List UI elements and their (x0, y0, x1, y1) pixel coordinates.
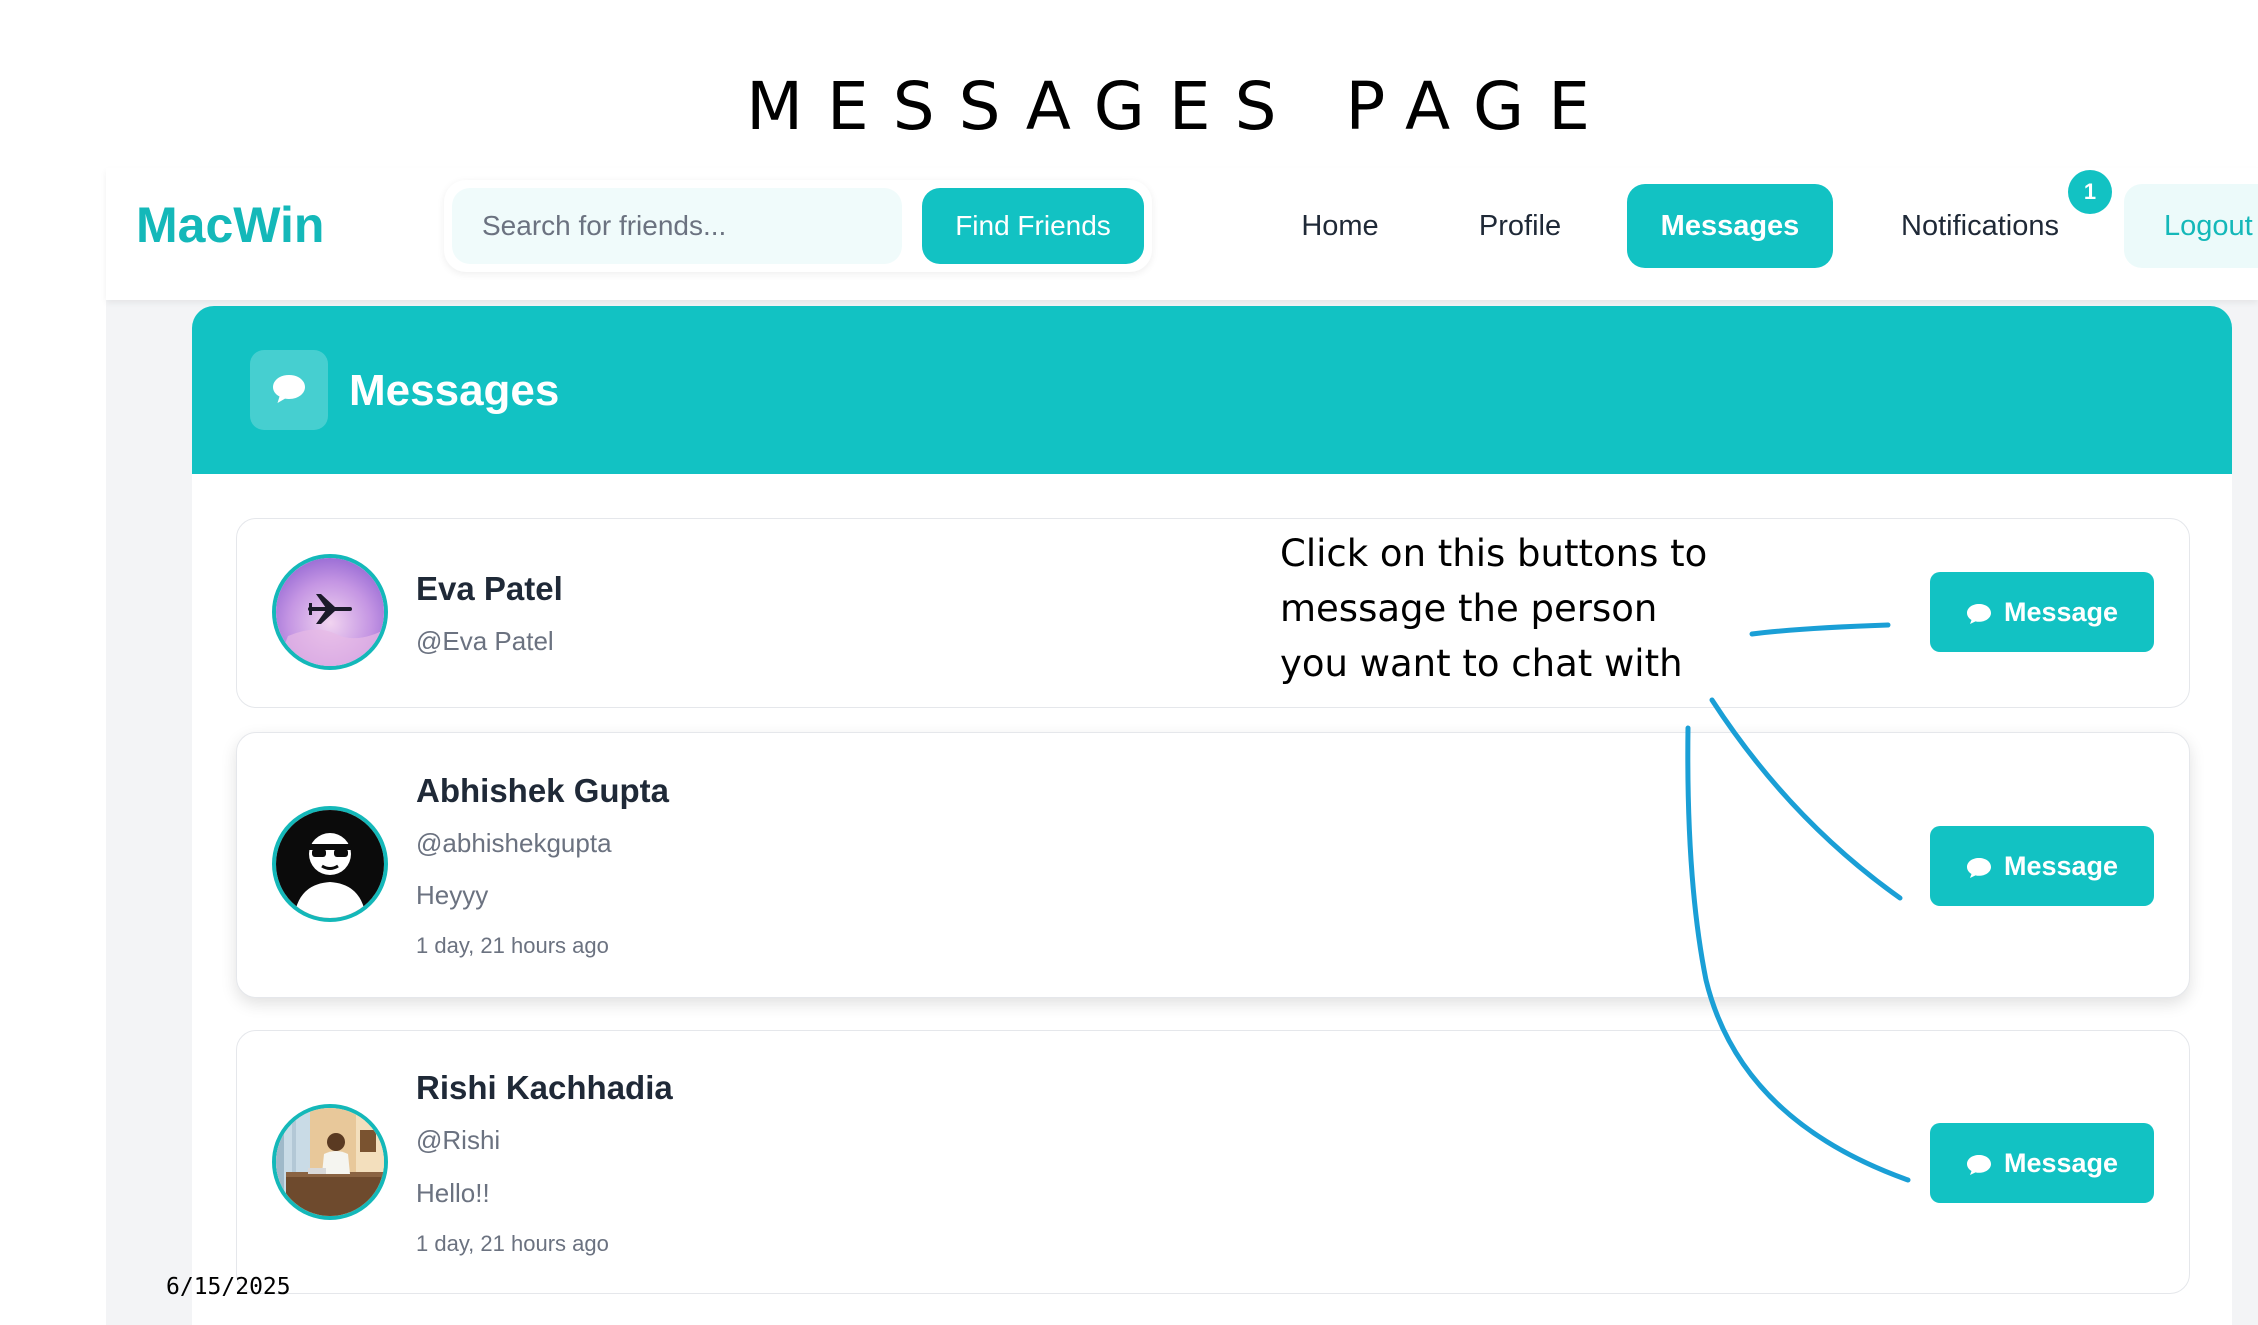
annotation-arrow (1685, 725, 1911, 1183)
annotation-arrow (1709, 697, 1903, 901)
annotation-arrow (1749, 622, 1891, 637)
annotation-arrows (1685, 622, 1911, 1183)
date-stamp: 6/15/2025 (166, 1274, 291, 1300)
